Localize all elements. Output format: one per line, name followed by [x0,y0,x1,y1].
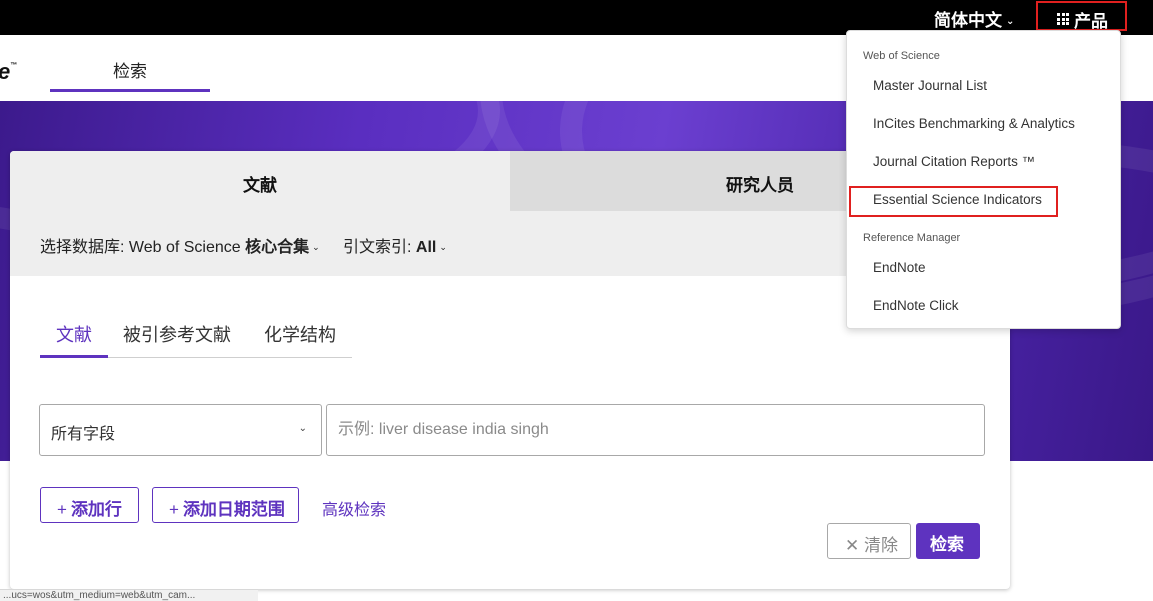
search-type-tabs: 文献 被引参考文献 化学结构 [40,311,352,358]
citation-index-value: All [415,239,437,256]
logo[interactable]: e™ [0,59,17,85]
database-collection: 核心合集 [245,239,310,256]
advanced-search-link[interactable]: 高级检索 [322,496,386,520]
language-label: 简体中文 [934,11,1002,30]
citation-index-selector[interactable]: 引文索引: All ⌄ [343,233,447,257]
menu-group-heading: Reference Manager [863,232,961,244]
status-url: ...ucs=wos&utm_medium=web&utm_cam... [0,589,258,601]
clear-button[interactable]: ✕ 清除 [827,523,911,559]
menu-item-incites[interactable]: InCites Benchmarking & Analytics [873,116,1075,131]
tab-documents[interactable]: 文献 [10,151,510,211]
nav-tab-search[interactable]: 检索 [50,35,210,92]
close-icon: ✕ [845,536,860,555]
field-select[interactable]: 所有字段 ⌄ [39,404,322,456]
products-button[interactable]: 产品 [1036,1,1127,31]
chevron-down-icon: ⌄ [439,242,447,252]
subtab-cited-references[interactable]: 被引参考文献 [123,321,231,347]
menu-item-endnote[interactable]: EndNote [873,260,926,275]
database-selector[interactable]: 选择数据库: Web of Science 核心合集 ⌄ [40,233,320,257]
field-select-value: 所有字段 [51,426,116,443]
add-date-range-button[interactable]: + 添加日期范围 [152,487,299,523]
menu-group-heading: Web of Science [863,50,940,62]
citation-index-label: 引文索引: [343,239,412,256]
menu-item-endnote-click[interactable]: EndNote Click [873,298,959,313]
chevron-down-icon: ⌄ [312,242,320,252]
language-selector[interactable]: 简体中文 ⌄ [934,6,1014,31]
subtab-chemical-structure[interactable]: 化学结构 [264,321,336,347]
database-label: 选择数据库: [40,239,125,256]
menu-item-jcr[interactable]: Journal Citation Reports ™ [873,154,1035,169]
subtab-documents[interactable]: 文献 [56,321,92,347]
products-label: 产品 [1074,12,1108,31]
search-input[interactable] [326,404,985,456]
products-menu: Web of Science Master Journal List InCit… [846,30,1121,329]
plus-icon: + [57,500,67,519]
highlight-box [849,186,1058,217]
grid-icon [1057,13,1069,25]
add-row-button[interactable]: + 添加行 [40,487,139,523]
database-name: Web of Science [128,239,241,256]
plus-icon: + [169,500,179,519]
search-button[interactable]: 检索 [916,523,980,559]
chevron-down-icon: ⌄ [298,423,307,434]
chevron-down-icon: ⌄ [1006,16,1015,27]
active-tab-indicator [40,355,108,358]
menu-item-master-journal-list[interactable]: Master Journal List [873,78,987,93]
